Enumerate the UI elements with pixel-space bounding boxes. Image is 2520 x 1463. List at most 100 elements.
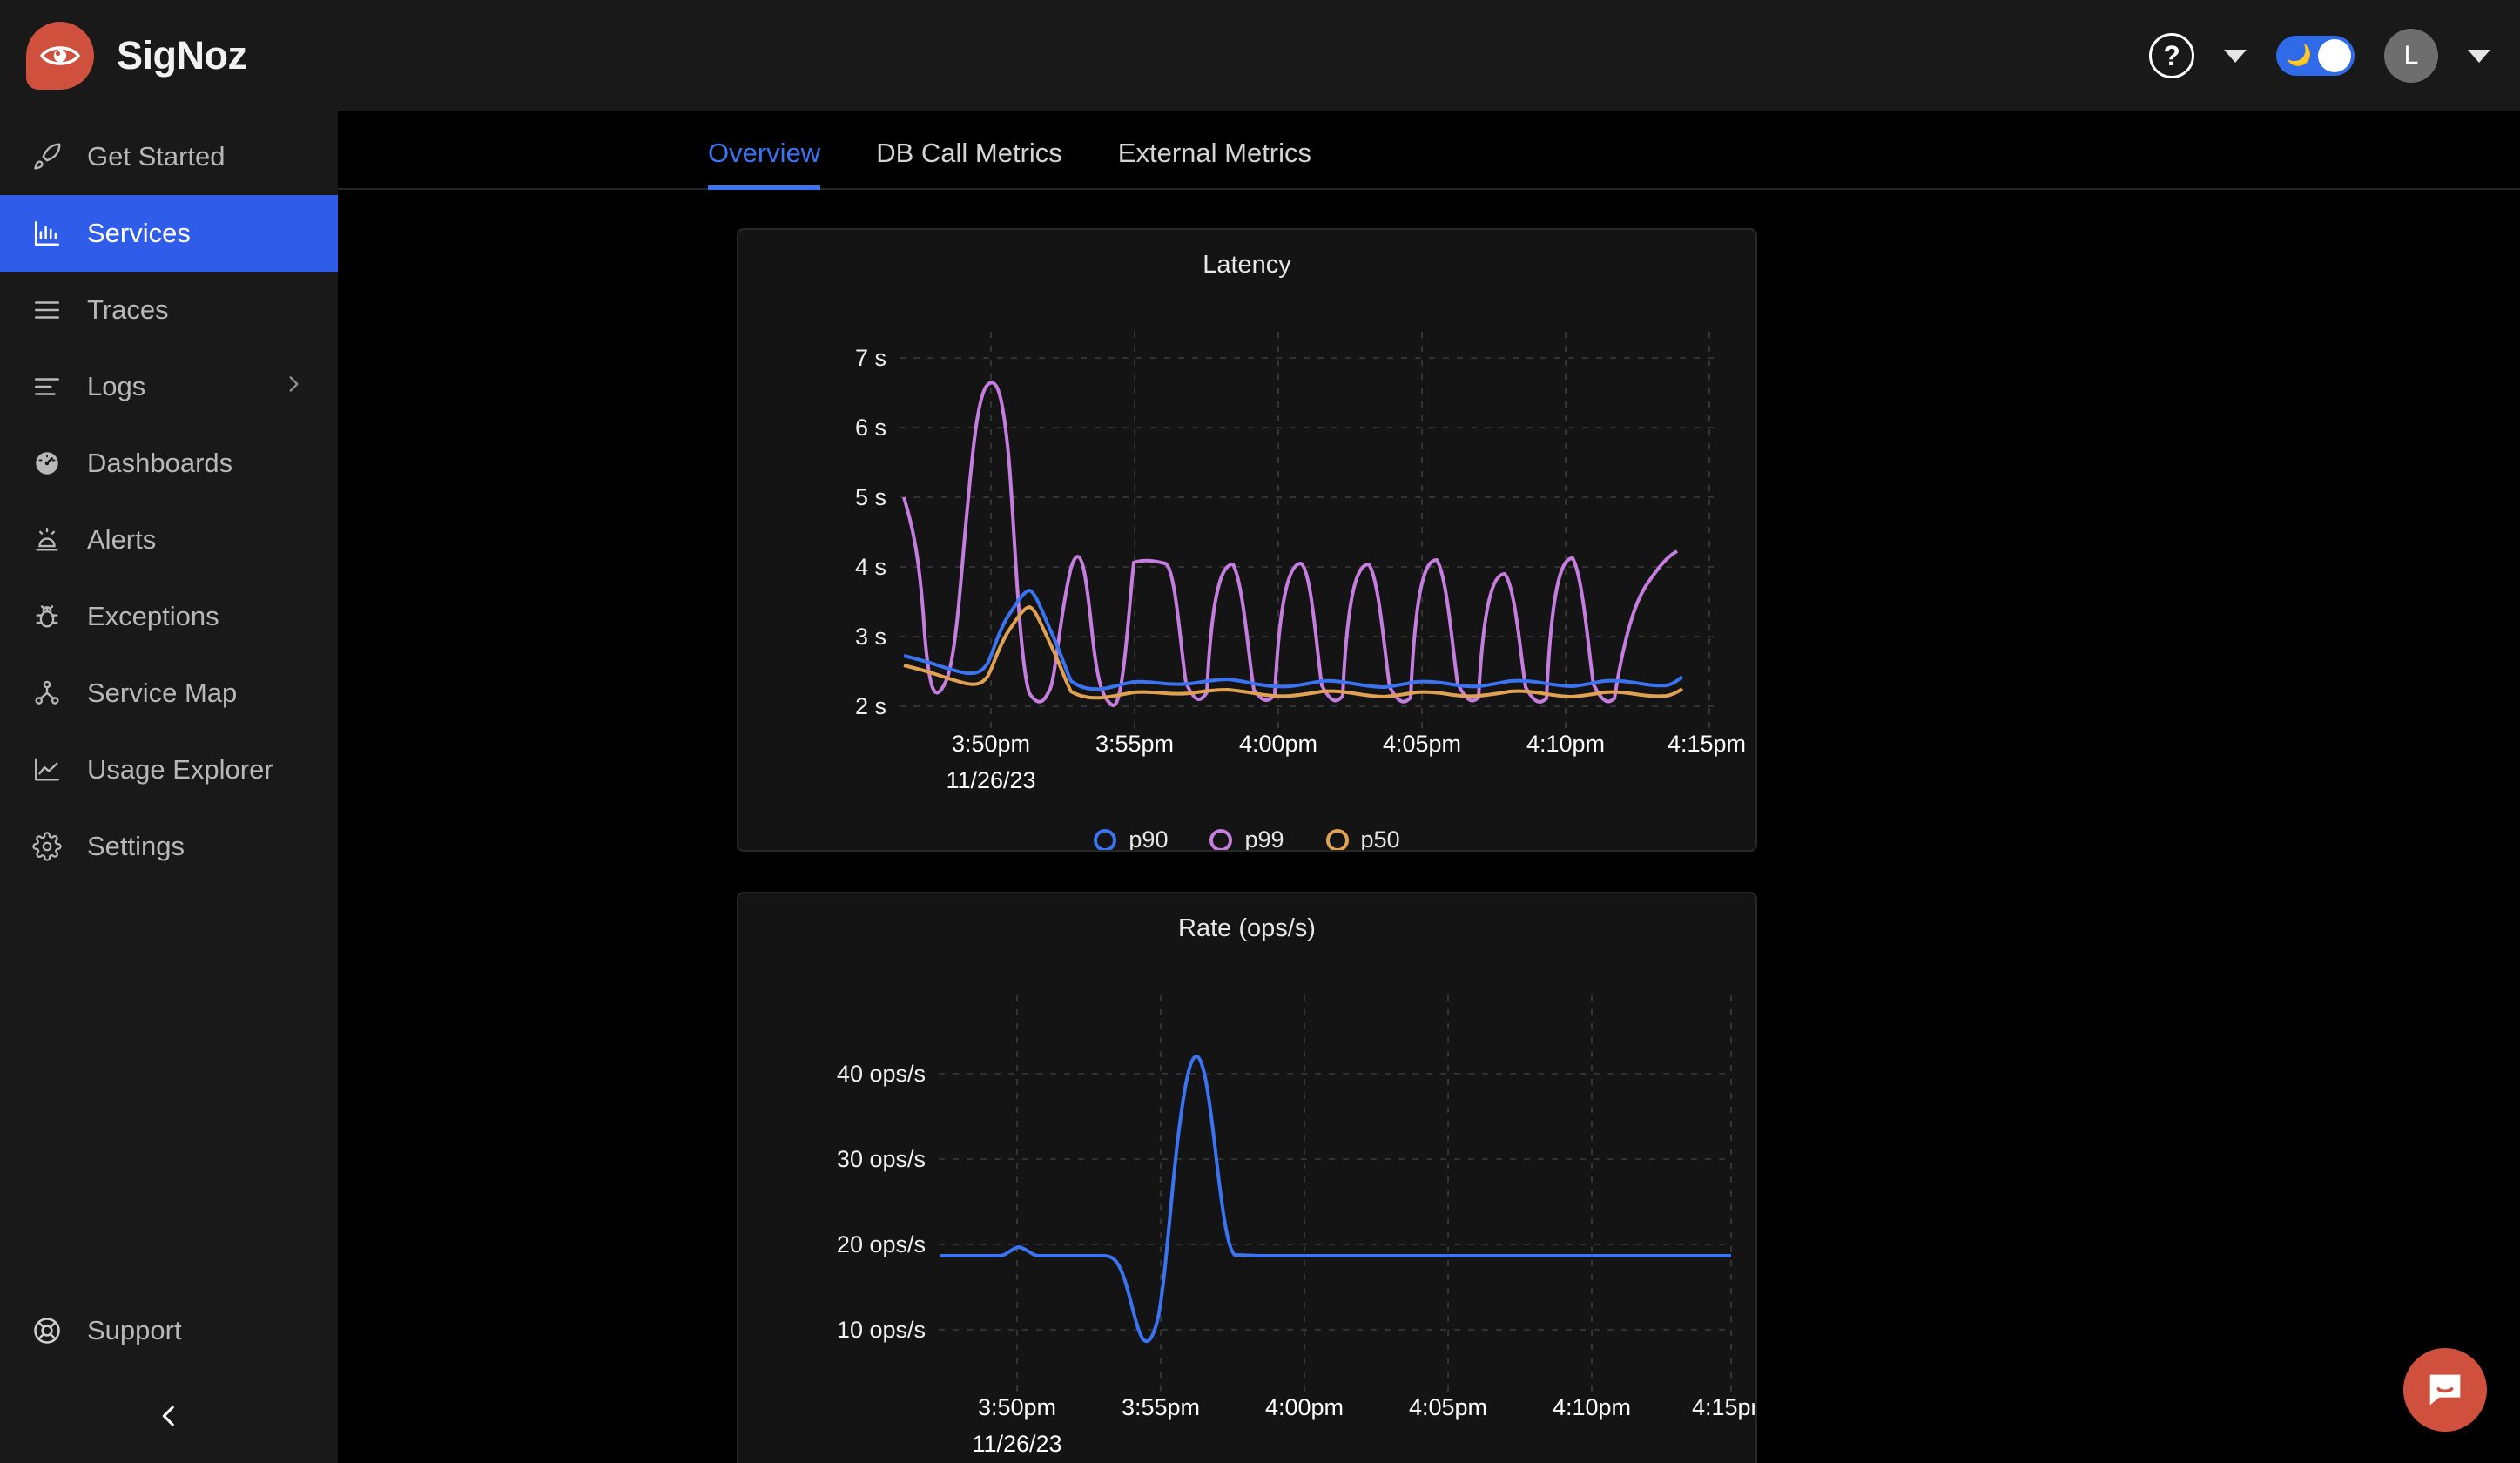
- moon-icon: 🌙: [2286, 44, 2312, 67]
- legend-label: p50: [1360, 826, 1400, 852]
- panels-grid: Latency 7 s 6 s 5 s 4 s 3 s 2 s 3:50pm 3…: [338, 190, 2520, 1463]
- rate-plot: 40 ops/s 30 ops/s 20 ops/s 10 ops/s 3:50…: [738, 943, 1755, 1463]
- help-chevron-down-icon[interactable]: [2224, 49, 2247, 63]
- sidebar-footer: Support: [0, 1292, 338, 1463]
- brand[interactable]: SigNoz: [0, 0, 338, 111]
- legend-marker-icon: [1325, 828, 1349, 850]
- svg-text:3:50pm: 3:50pm: [978, 1394, 1056, 1420]
- sidebar-item-settings[interactable]: Settings: [0, 808, 338, 885]
- svg-text:4:10pm: 4:10pm: [1553, 1394, 1631, 1420]
- panel-rate: Rate (ops/s) 40 ops/s 30 ops/s 20 ops/s …: [737, 892, 1757, 1463]
- sidebar-item-usage-explorer[interactable]: Usage Explorer: [0, 732, 338, 808]
- sidebar-item-services[interactable]: Services: [0, 195, 338, 272]
- svg-text:4:15pm: 4:15pm: [1692, 1394, 1755, 1420]
- brand-name: SigNoz: [117, 33, 247, 78]
- lifebuoy-icon: [31, 1315, 63, 1346]
- sidebar-item-label: Alerts: [87, 524, 157, 555]
- sidebar-item-label: Traces: [87, 294, 169, 325]
- toggle-knob: [2318, 39, 2351, 72]
- svg-text:11/26/23: 11/26/23: [946, 767, 1035, 793]
- panel-title-rate: Rate (ops/s): [1178, 914, 1316, 942]
- sidebar-item-label: Services: [87, 218, 191, 248]
- avatar-chevron-down-icon[interactable]: [2468, 49, 2490, 63]
- sidebar-item-service-map[interactable]: Service Map: [0, 655, 338, 732]
- svg-text:3:50pm: 3:50pm: [952, 731, 1030, 757]
- chat-bubble-icon[interactable]: [2403, 1348, 2487, 1432]
- sidebar-item-dashboards[interactable]: Dashboards: [0, 425, 338, 502]
- svg-text:4:00pm: 4:00pm: [1239, 731, 1317, 757]
- svg-text:3 s: 3 s: [855, 624, 886, 650]
- sidebar-item-label: Get Started: [87, 141, 226, 172]
- svg-text:7 s: 7 s: [855, 345, 886, 371]
- legend-marker-icon: [1094, 828, 1117, 850]
- rocket-icon: [31, 141, 63, 172]
- svg-text:3:55pm: 3:55pm: [1122, 1394, 1200, 1420]
- sidebar-item-label: Service Map: [87, 678, 238, 708]
- legend-item-p99[interactable]: p99: [1209, 826, 1284, 852]
- app-root: SigNoz Get Started Services Traces Logs …: [0, 0, 2520, 1463]
- chevron-left-icon[interactable]: [145, 1392, 192, 1439]
- tab-overview[interactable]: Overview: [708, 138, 821, 190]
- sidebar-item-label: Support: [87, 1315, 182, 1345]
- sidebar-item-label: Dashboards: [87, 448, 233, 478]
- latency-plot: 7 s 6 s 5 s 4 s 3 s 2 s 3:50pm 3:55pm 4:…: [738, 280, 1755, 821]
- help-circle-icon[interactable]: ?: [2149, 33, 2194, 78]
- tab-external-metrics[interactable]: External Metrics: [1118, 138, 1311, 188]
- legend-marker-icon: [1209, 828, 1233, 850]
- sidebar-collapse-row: [0, 1369, 338, 1463]
- siren-icon: [31, 524, 63, 556]
- latency-chart-svg: 7 s 6 s 5 s 4 s 3 s 2 s 3:50p: [855, 332, 1714, 750]
- svg-text:4:05pm: 4:05pm: [1409, 1394, 1487, 1420]
- bar-chart-icon: [31, 218, 63, 249]
- svg-text:4:05pm: 4:05pm: [1383, 731, 1461, 757]
- panel-title-latency: Latency: [1203, 251, 1291, 279]
- line-chart-icon: [31, 754, 63, 785]
- sidebar-item-exceptions[interactable]: Exceptions: [0, 578, 338, 655]
- gear-icon: [31, 831, 63, 862]
- sidebar-item-label: Settings: [87, 831, 185, 861]
- svg-text:11/26/23: 11/26/23: [972, 1431, 1061, 1457]
- bug-icon: [31, 601, 63, 632]
- sidebar-nav: Get Started Services Traces Logs Dashboa…: [0, 111, 338, 885]
- svg-text:4:10pm: 4:10pm: [1526, 731, 1605, 757]
- svg-text:6 s: 6 s: [855, 415, 886, 441]
- svg-text:20 ops/s: 20 ops/s: [837, 1231, 926, 1257]
- sidebar-item-traces[interactable]: Traces: [0, 272, 338, 348]
- sidebar-item-label: Exceptions: [87, 601, 219, 631]
- svg-text:3:55pm: 3:55pm: [1095, 731, 1174, 757]
- sidebar-item-alerts[interactable]: Alerts: [0, 502, 338, 578]
- top-bar: ? 🌙 L: [338, 0, 2520, 111]
- theme-toggle[interactable]: 🌙: [2276, 36, 2355, 76]
- network-icon: [31, 678, 63, 709]
- panel-latency: Latency 7 s 6 s 5 s 4 s 3 s 2 s 3:50pm 3…: [737, 228, 1757, 852]
- content: Overview DB Call Metrics External Metric…: [338, 111, 2520, 1463]
- avatar[interactable]: L: [2384, 29, 2438, 83]
- svg-text:4 s: 4 s: [855, 554, 886, 580]
- latency-legend: p90 p99 p50: [738, 826, 1755, 852]
- svg-text:30 ops/s: 30 ops/s: [837, 1146, 926, 1172]
- signoz-logo-icon: [26, 22, 94, 90]
- rate-chart-svg: 40 ops/s 30 ops/s 20 ops/s 10 ops/s: [837, 995, 1732, 1396]
- sidebar-item-label: Logs: [87, 371, 146, 401]
- sidebar-item-logs[interactable]: Logs: [0, 348, 338, 425]
- tab-bar: Overview DB Call Metrics External Metric…: [338, 111, 2520, 190]
- legend-item-p50[interactable]: p50: [1325, 826, 1400, 852]
- sidebar-item-support[interactable]: Support: [0, 1292, 338, 1369]
- sidebar-item-label: Usage Explorer: [87, 754, 273, 785]
- legend-label: p90: [1129, 826, 1169, 852]
- chevron-right-icon[interactable]: [282, 371, 305, 402]
- svg-text:10 ops/s: 10 ops/s: [837, 1317, 926, 1343]
- tab-db-call-metrics[interactable]: DB Call Metrics: [876, 138, 1062, 188]
- align-left-icon: [31, 371, 63, 402]
- gauge-icon: [31, 448, 63, 479]
- svg-text:4:15pm: 4:15pm: [1668, 731, 1746, 757]
- svg-text:2 s: 2 s: [855, 693, 886, 719]
- svg-text:40 ops/s: 40 ops/s: [837, 1061, 926, 1087]
- sidebar: SigNoz Get Started Services Traces Logs …: [0, 0, 338, 1463]
- main-area: ? 🌙 L Overview DB Call Metrics External …: [338, 0, 2520, 1463]
- sidebar-item-get-started[interactable]: Get Started: [0, 118, 338, 195]
- svg-text:4:00pm: 4:00pm: [1265, 1394, 1344, 1420]
- legend-label: p99: [1244, 826, 1284, 852]
- legend-item-p90[interactable]: p90: [1094, 826, 1169, 852]
- menu-lines-icon: [31, 294, 63, 326]
